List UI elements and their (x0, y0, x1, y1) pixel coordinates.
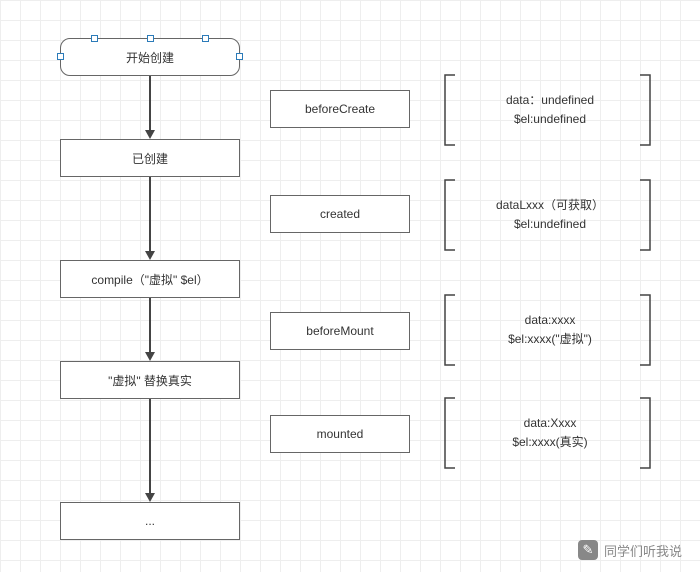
state-mounted: data:Xxxx $el:xxxx(真实) (460, 398, 640, 468)
handle-icon (91, 35, 98, 42)
hook-beforeMount-label: beforeMount (306, 324, 373, 338)
handle-icon (202, 35, 209, 42)
node-replace: "虚拟" 替换真实 (60, 361, 240, 399)
hook-created: created (270, 195, 410, 233)
node-start-label: 开始创建 (126, 49, 174, 66)
hook-beforeCreate-label: beforeCreate (305, 102, 375, 116)
state-beforeCreate: data：undefined $el:undefined (460, 75, 640, 145)
arrow-down-icon (145, 352, 155, 361)
state-beforeMount: data:xxxx $el:xxxx("虚拟") (460, 295, 640, 365)
handle-icon (147, 35, 154, 42)
state-line: $el:xxxx("虚拟") (508, 330, 592, 349)
watermark-text: 同学们听我说 (604, 541, 682, 560)
hook-created-label: created (320, 207, 360, 221)
state-line: data:Xxxx (524, 414, 577, 433)
arrow-line (149, 298, 151, 352)
hook-beforeMount: beforeMount (270, 312, 410, 350)
hook-mounted-label: mounted (317, 427, 364, 441)
state-line: data：undefined (506, 91, 594, 110)
arrow-down-icon (145, 130, 155, 139)
handle-icon (236, 53, 243, 60)
node-replace-label: "虚拟" 替换真实 (108, 372, 192, 389)
state-created: dataLxxx（可获取） $el:undefined (460, 180, 640, 250)
hook-mounted: mounted (270, 415, 410, 453)
node-more: ... (60, 502, 240, 540)
node-created: 已创建 (60, 139, 240, 177)
watermark: ✎ 同学们听我说 (578, 540, 682, 560)
state-line: $el:undefined (514, 215, 586, 234)
state-line: dataLxxx（可获取） (496, 196, 604, 215)
arrow-down-icon (145, 493, 155, 502)
state-line: data:xxxx (525, 311, 576, 330)
arrow-down-icon (145, 251, 155, 260)
arrow-line (149, 76, 151, 130)
wechat-icon: ✎ (578, 540, 598, 560)
node-created-label: 已创建 (132, 150, 168, 167)
node-compile: compile（"虚拟" $el） (60, 260, 240, 298)
state-line: $el:undefined (514, 110, 586, 129)
arrow-line (149, 399, 151, 493)
node-more-label: ... (145, 514, 155, 528)
state-line: $el:xxxx(真实) (512, 433, 587, 452)
node-compile-label: compile（"虚拟" $el） (91, 271, 208, 288)
arrow-line (149, 177, 151, 251)
handle-icon (57, 53, 64, 60)
node-start: 开始创建 (60, 38, 240, 76)
hook-beforeCreate: beforeCreate (270, 90, 410, 128)
